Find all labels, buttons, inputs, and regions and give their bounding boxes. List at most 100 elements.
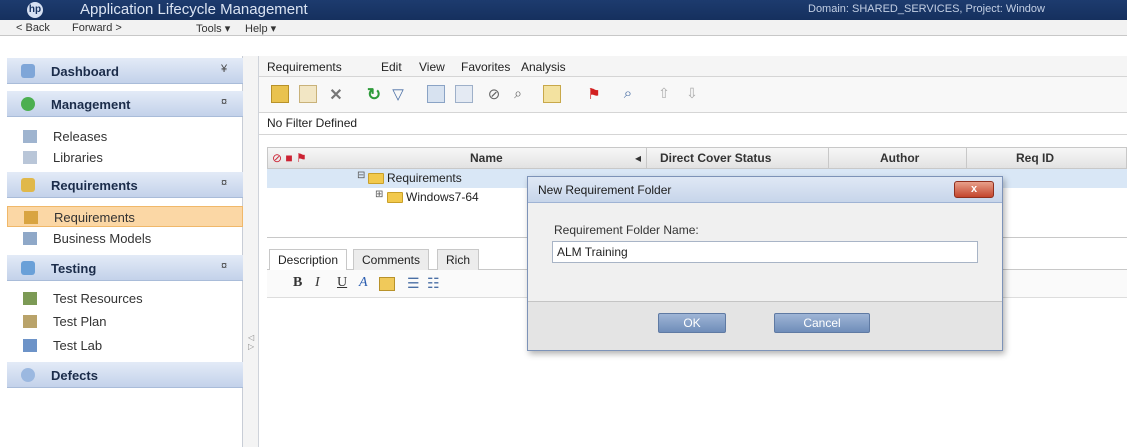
collapse-chevron-icon[interactable]: ¤ [221,260,227,272]
zoom-icon[interactable]: ⌕ [619,85,637,103]
move-up-icon[interactable]: ⇧ [655,85,673,103]
collapse-chevron-icon[interactable]: ¥ [221,63,227,75]
details-icon[interactable] [455,85,473,103]
column-separator[interactable] [828,148,829,168]
column-separator[interactable] [646,148,647,168]
filter-bar[interactable]: No Filter Defined [259,113,1127,135]
column-name[interactable]: Name [470,151,503,165]
test-lab-icon [23,339,37,352]
filter-status-text: No Filter Defined [267,116,358,130]
expand-node-icon[interactable]: ⊞ [375,189,383,200]
tab-rich-text[interactable]: Rich [437,249,480,270]
attachment-icon[interactable]: ⊘ [485,85,503,103]
font-color-button[interactable]: A [359,275,368,291]
view-icon[interactable] [427,85,445,103]
menu-requirements[interactable]: Requirements [267,60,342,74]
sidebar-group-label: Dashboard [51,64,119,79]
ok-button[interactable]: OK [658,313,726,333]
dialog-footer: OK Cancel [528,301,1002,350]
new-requirement-icon[interactable] [299,85,317,103]
menu-bar: < Back Forward > Tools ▾ Help ▾ [0,20,1127,36]
filter-icon[interactable]: ▽ [389,85,407,103]
sidebar-item-business-models[interactable]: Business Models [7,228,243,249]
releases-icon [23,130,37,143]
dialog-title-bar[interactable]: New Requirement Folder x [528,177,1002,203]
column-direct-cover-status[interactable]: Direct Cover Status [660,151,771,165]
menu-analysis[interactable]: Analysis [521,60,566,74]
requirements-group-icon [21,178,35,192]
tools-menu[interactable]: Tools ▾ [196,22,230,35]
tree-node-label: Requirements [387,171,462,185]
collapse-chevron-icon[interactable]: ¤ [221,96,227,108]
forward-button[interactable]: Forward > [72,22,122,34]
domain-project-info: Domain: SHARED_SERVICES, Project: Window [808,3,1045,15]
tab-comments[interactable]: Comments [353,249,430,270]
collapse-node-icon[interactable]: ⊟ [357,170,365,181]
app-title: Application Lifecycle Management [80,1,308,18]
sidebar-group-label: Defects [51,368,98,383]
delete-icon[interactable]: ✕ [327,85,345,104]
sidebar-group-testing[interactable]: Testing ¤ [7,255,243,281]
sidebar-group-requirements[interactable]: Requirements ¤ [7,172,243,198]
sidebar-item-test-plan[interactable]: Test Plan [7,311,243,332]
dialog-title: New Requirement Folder [538,183,672,197]
management-icon [21,97,35,111]
menu-favorites[interactable]: Favorites [461,60,510,74]
sidebar-item-label: Test Lab [53,338,103,353]
sidebar-splitter[interactable]: ◁ ▷ [243,56,259,447]
menu-view[interactable]: View [419,60,445,74]
folder-icon [387,192,403,203]
folder-name-label: Requirement Folder Name: [554,223,699,237]
splitter-arrows-icon: ◁ ▷ [248,333,255,351]
tab-description[interactable]: Description [269,249,348,271]
column-req-id[interactable]: Req ID [1016,151,1054,165]
requirements-icon [24,211,38,224]
column-separator[interactable] [966,148,967,168]
move-down-icon[interactable]: ⇩ [683,85,701,103]
test-resources-icon [23,292,37,305]
sidebar-item-releases[interactable]: Releases [7,126,243,147]
new-requirement-folder-dialog: New Requirement Folder x Requirement Fol… [527,176,1003,351]
sidebar-item-label: Test Resources [53,291,143,306]
sidebar-group-label: Management [51,97,131,112]
sidebar-item-test-resources[interactable]: Test Resources [7,288,243,309]
sidebar-group-dashboard[interactable]: Dashboard ¥ [7,58,243,84]
defects-icon [21,368,35,382]
testing-icon [21,261,35,275]
column-scroll-left-icon[interactable]: ◂ [635,151,641,165]
sidebar-item-test-lab[interactable]: Test Lab [7,335,243,356]
refresh-icon[interactable]: ↻ [365,85,383,104]
flag-icon[interactable]: ⚑ [585,85,603,103]
tree-node-label: Windows7-64 [406,190,479,204]
business-models-icon [23,232,37,245]
sidebar-item-libraries[interactable]: Libraries [7,147,243,168]
new-folder-icon[interactable] [271,85,289,103]
sidebar-item-label: Requirements [54,210,135,225]
folder-name-input[interactable] [552,241,978,263]
italic-button[interactable]: I [315,275,320,291]
close-icon[interactable]: x [954,181,994,198]
underline-button[interactable]: U [337,275,347,291]
sidebar-group-management[interactable]: Management ¤ [7,91,243,117]
sidebar-group-defects[interactable]: Defects [7,362,243,388]
help-menu[interactable]: Help ▾ [245,22,276,35]
folder-icon [368,173,384,184]
column-author[interactable]: Author [880,151,919,165]
back-button[interactable]: < Back [16,22,50,34]
sidebar-group-label: Requirements [51,178,138,193]
numbered-list-icon[interactable]: ☷ [427,275,440,292]
menu-edit[interactable]: Edit [381,60,402,74]
find-icon[interactable]: ⌕ [509,85,527,103]
dashboard-icon [21,64,35,78]
bullet-list-icon[interactable]: ☰ [407,275,420,292]
sidebar-group-label: Testing [51,261,97,276]
collapse-chevron-icon[interactable]: ¤ [221,177,227,189]
cancel-button[interactable]: Cancel [774,313,870,333]
bold-button[interactable]: B [293,275,302,291]
highlight-icon[interactable] [379,277,395,291]
sidebar-item-requirements[interactable]: Requirements [7,206,243,227]
libraries-icon [23,151,37,164]
email-icon[interactable] [543,85,561,103]
test-plan-icon [23,315,37,328]
grid-header: ⊘ ■ ⚑ Name ◂ Direct Cover Status Author … [267,147,1127,169]
